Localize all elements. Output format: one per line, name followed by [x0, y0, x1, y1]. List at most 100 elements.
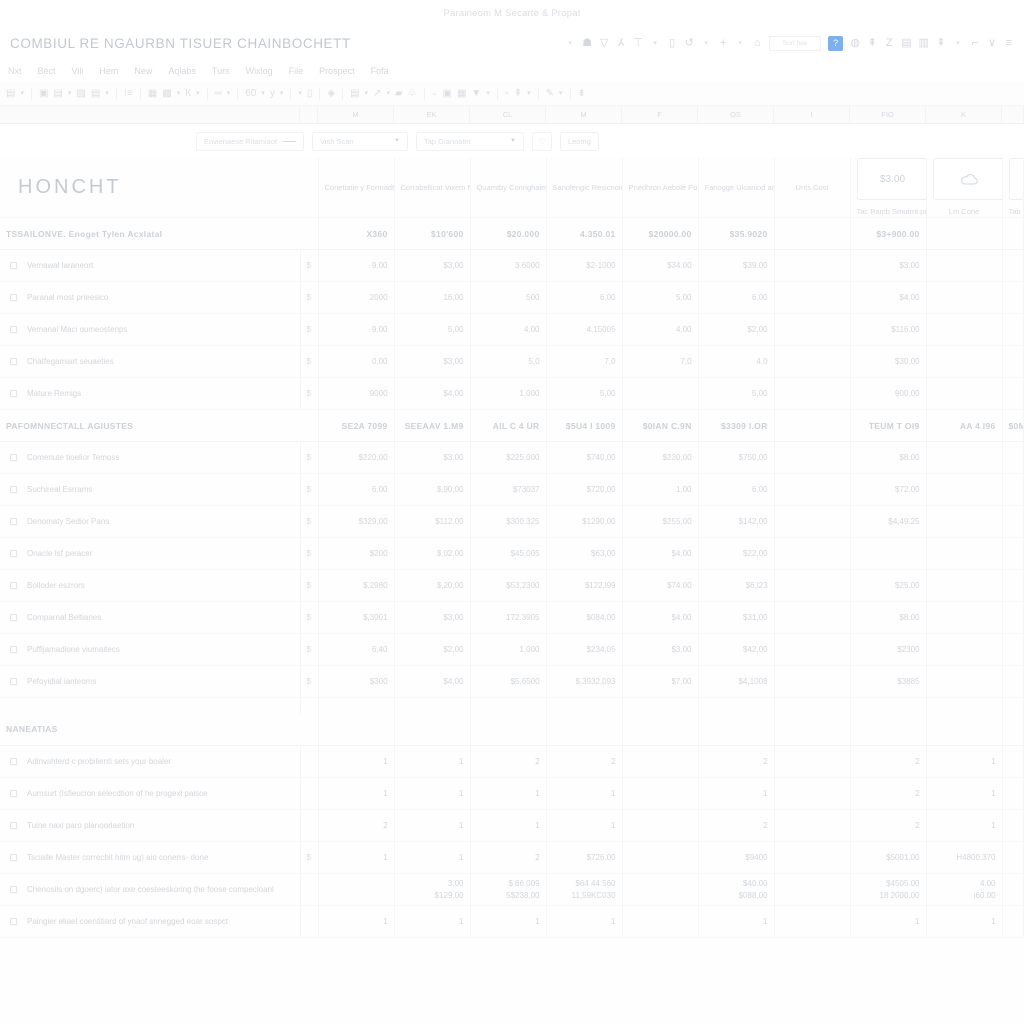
caret-down-icon[interactable]: ▾ — [735, 35, 745, 51]
calendar-icon[interactable]: ▤ — [901, 35, 911, 51]
table-row[interactable]: Suchireal Esrrams $6,00 $,90,00 $73037 $720,… — [0, 473, 1024, 506]
table-cell[interactable]: $234,05 — [546, 633, 623, 666]
table-cell[interactable]: H4800.370 — [926, 841, 1003, 874]
table-cell[interactable]: $4,00 — [394, 377, 471, 410]
table-cell[interactable]: 1,000 — [470, 377, 547, 410]
table-cell[interactable]: 172.3905 — [470, 601, 547, 634]
table-cell[interactable] — [774, 505, 851, 538]
table-cell[interactable]: 5,00 — [698, 377, 775, 410]
table-cell[interactable] — [318, 873, 395, 906]
table-cell[interactable]: 2 — [850, 777, 927, 810]
caret-down-icon[interactable]: ▾ — [486, 90, 490, 97]
row-checkbox[interactable] — [10, 262, 17, 269]
menu-icon[interactable]: ≡ — [1004, 35, 1014, 51]
section-total-cell[interactable] — [318, 713, 395, 746]
row-checkbox[interactable] — [10, 854, 17, 861]
table-cell[interactable]: $8.00 — [850, 601, 927, 634]
status-badge[interactable]: ? — [828, 35, 844, 51]
table-cell[interactable]: 1 — [318, 841, 395, 874]
table-cell[interactable]: 4,0 — [698, 345, 775, 378]
table-cell[interactable]: $64 44.560 11,59KC030 — [546, 873, 623, 906]
table-cell[interactable]: $4,00 — [622, 537, 699, 570]
tag-icon-button[interactable]: ♡ — [531, 131, 552, 151]
row-checkbox[interactable] — [10, 918, 17, 925]
table-cell[interactable] — [774, 377, 851, 410]
currency-symbol-cell[interactable]: $ — [300, 249, 319, 282]
row-label-cell[interactable]: Suchireal Esrrams — [0, 473, 301, 506]
table-row[interactable]: Puffijamadione viumaitecs $6,40 $2,00 1,000… — [0, 633, 1024, 666]
table-cell[interactable]: 2 — [698, 745, 775, 778]
row-checkbox[interactable] — [10, 758, 17, 765]
currency-symbol-cell[interactable]: $ — [300, 377, 319, 410]
spacer-cell[interactable] — [318, 697, 395, 714]
link-icon[interactable]: ↗ — [373, 88, 381, 99]
font-icon[interactable]: ▦ — [148, 88, 157, 99]
table-cell[interactable]: $116.00 — [850, 313, 927, 346]
table-cell[interactable]: 1 — [318, 745, 395, 778]
currency-symbol-cell[interactable]: $ — [300, 505, 319, 538]
column-letter-4[interactable]: F — [622, 106, 698, 123]
row-label-cell[interactable]: Paranal most prieesico — [0, 281, 301, 314]
table-cell[interactable]: 7,0 — [546, 345, 623, 378]
table-cell[interactable]: $300 — [318, 665, 395, 698]
table-cell[interactable] — [774, 873, 851, 906]
table-cell[interactable] — [774, 537, 851, 570]
spacer-cell[interactable] — [698, 697, 775, 714]
table-cell[interactable]: $300.325 — [470, 505, 547, 538]
table-cell[interactable] — [926, 601, 1003, 634]
section-total-cell[interactable] — [470, 713, 547, 746]
table-cell[interactable]: $25.00 — [850, 569, 927, 602]
section-total-cell[interactable] — [1002, 713, 1024, 746]
row-label-cell[interactable]: Mature Remigs — [0, 377, 301, 410]
table-cell[interactable]: $40.00 $088,00 — [698, 873, 775, 906]
section-total-cell[interactable] — [774, 409, 851, 442]
table-cell[interactable]: $,3901 — [318, 601, 395, 634]
table-cell[interactable] — [774, 601, 851, 634]
filter-icon[interactable]: ♧ — [408, 88, 417, 99]
table-cell[interactable]: 5,00 — [394, 313, 471, 346]
section-total-cell[interactable]: $5U4 I 1009 — [546, 409, 623, 442]
row-label-cell[interactable]: Tscialle Master correcbit hitm ug) aio c… — [0, 841, 301, 874]
caret-down-icon[interactable]: ▾ — [280, 90, 284, 97]
caret-down-icon[interactable]: ▾ — [527, 90, 531, 97]
menu-item-8[interactable]: File — [289, 66, 304, 76]
column-letter-3[interactable]: M — [546, 106, 622, 123]
currency-symbol-cell[interactable]: $ — [300, 441, 319, 474]
currency-symbol-cell[interactable]: $ — [300, 473, 319, 506]
table-cell[interactable]: 2 — [850, 745, 927, 778]
caret-down-icon[interactable]: ▾ — [196, 90, 200, 97]
currency-symbol-cell[interactable] — [300, 873, 319, 906]
table-cell[interactable]: 1 — [394, 809, 471, 842]
currency-symbol-cell[interactable] — [300, 809, 319, 842]
table-cell[interactable]: $42,00 — [698, 633, 775, 666]
undo-icon[interactable]: ▣ — [39, 88, 48, 99]
menu-item-2[interactable]: Vili — [72, 66, 84, 76]
comment-icon[interactable]: ▣ — [443, 88, 452, 99]
table-cell[interactable] — [774, 249, 851, 282]
table-cell[interactable] — [1002, 313, 1024, 346]
currency-symbol-cell[interactable]: $ — [300, 665, 319, 698]
table-cell[interactable] — [1002, 873, 1024, 906]
table-cell[interactable]: $31,00 — [698, 601, 775, 634]
caret-down-icon[interactable]: ▾ — [68, 90, 72, 97]
section-total-cell[interactable]: $3+900.00 — [850, 217, 927, 250]
functions-icon[interactable]: ⌄ — [432, 90, 438, 97]
table-cell[interactable] — [622, 745, 699, 778]
column-letter-0[interactable]: M — [318, 106, 394, 123]
row-checkbox[interactable] — [10, 582, 17, 589]
table-cell[interactable] — [774, 633, 851, 666]
spacer-cell[interactable] — [0, 697, 301, 714]
table-cell[interactable] — [774, 345, 851, 378]
section-total-cell[interactable]: TEUM T OI9 — [850, 409, 927, 442]
table-cell[interactable] — [926, 313, 1003, 346]
table-cell[interactable]: $750,00 — [698, 441, 775, 474]
table-cell[interactable]: 6,00 — [698, 473, 775, 506]
table-cell[interactable]: 3.6000 — [470, 249, 547, 282]
table-row[interactable]: Bolloder eszrors $ $,2980 $,20,00 $53,2300 $1… — [0, 569, 1024, 602]
row-checkbox[interactable] — [10, 678, 17, 685]
table-cell[interactable] — [1002, 841, 1024, 874]
table-row[interactable]: Denomaty Sedior Pans $ $329,00 $112.00 $300.… — [0, 505, 1024, 538]
table-row[interactable]: Chatfegamiart seuaeties $0,00 $3,00 5,0 7,0 7… — [0, 345, 1024, 378]
caret-down-icon[interactable]: ▾ — [565, 35, 575, 51]
table-cell[interactable]: 1 — [926, 809, 1003, 842]
